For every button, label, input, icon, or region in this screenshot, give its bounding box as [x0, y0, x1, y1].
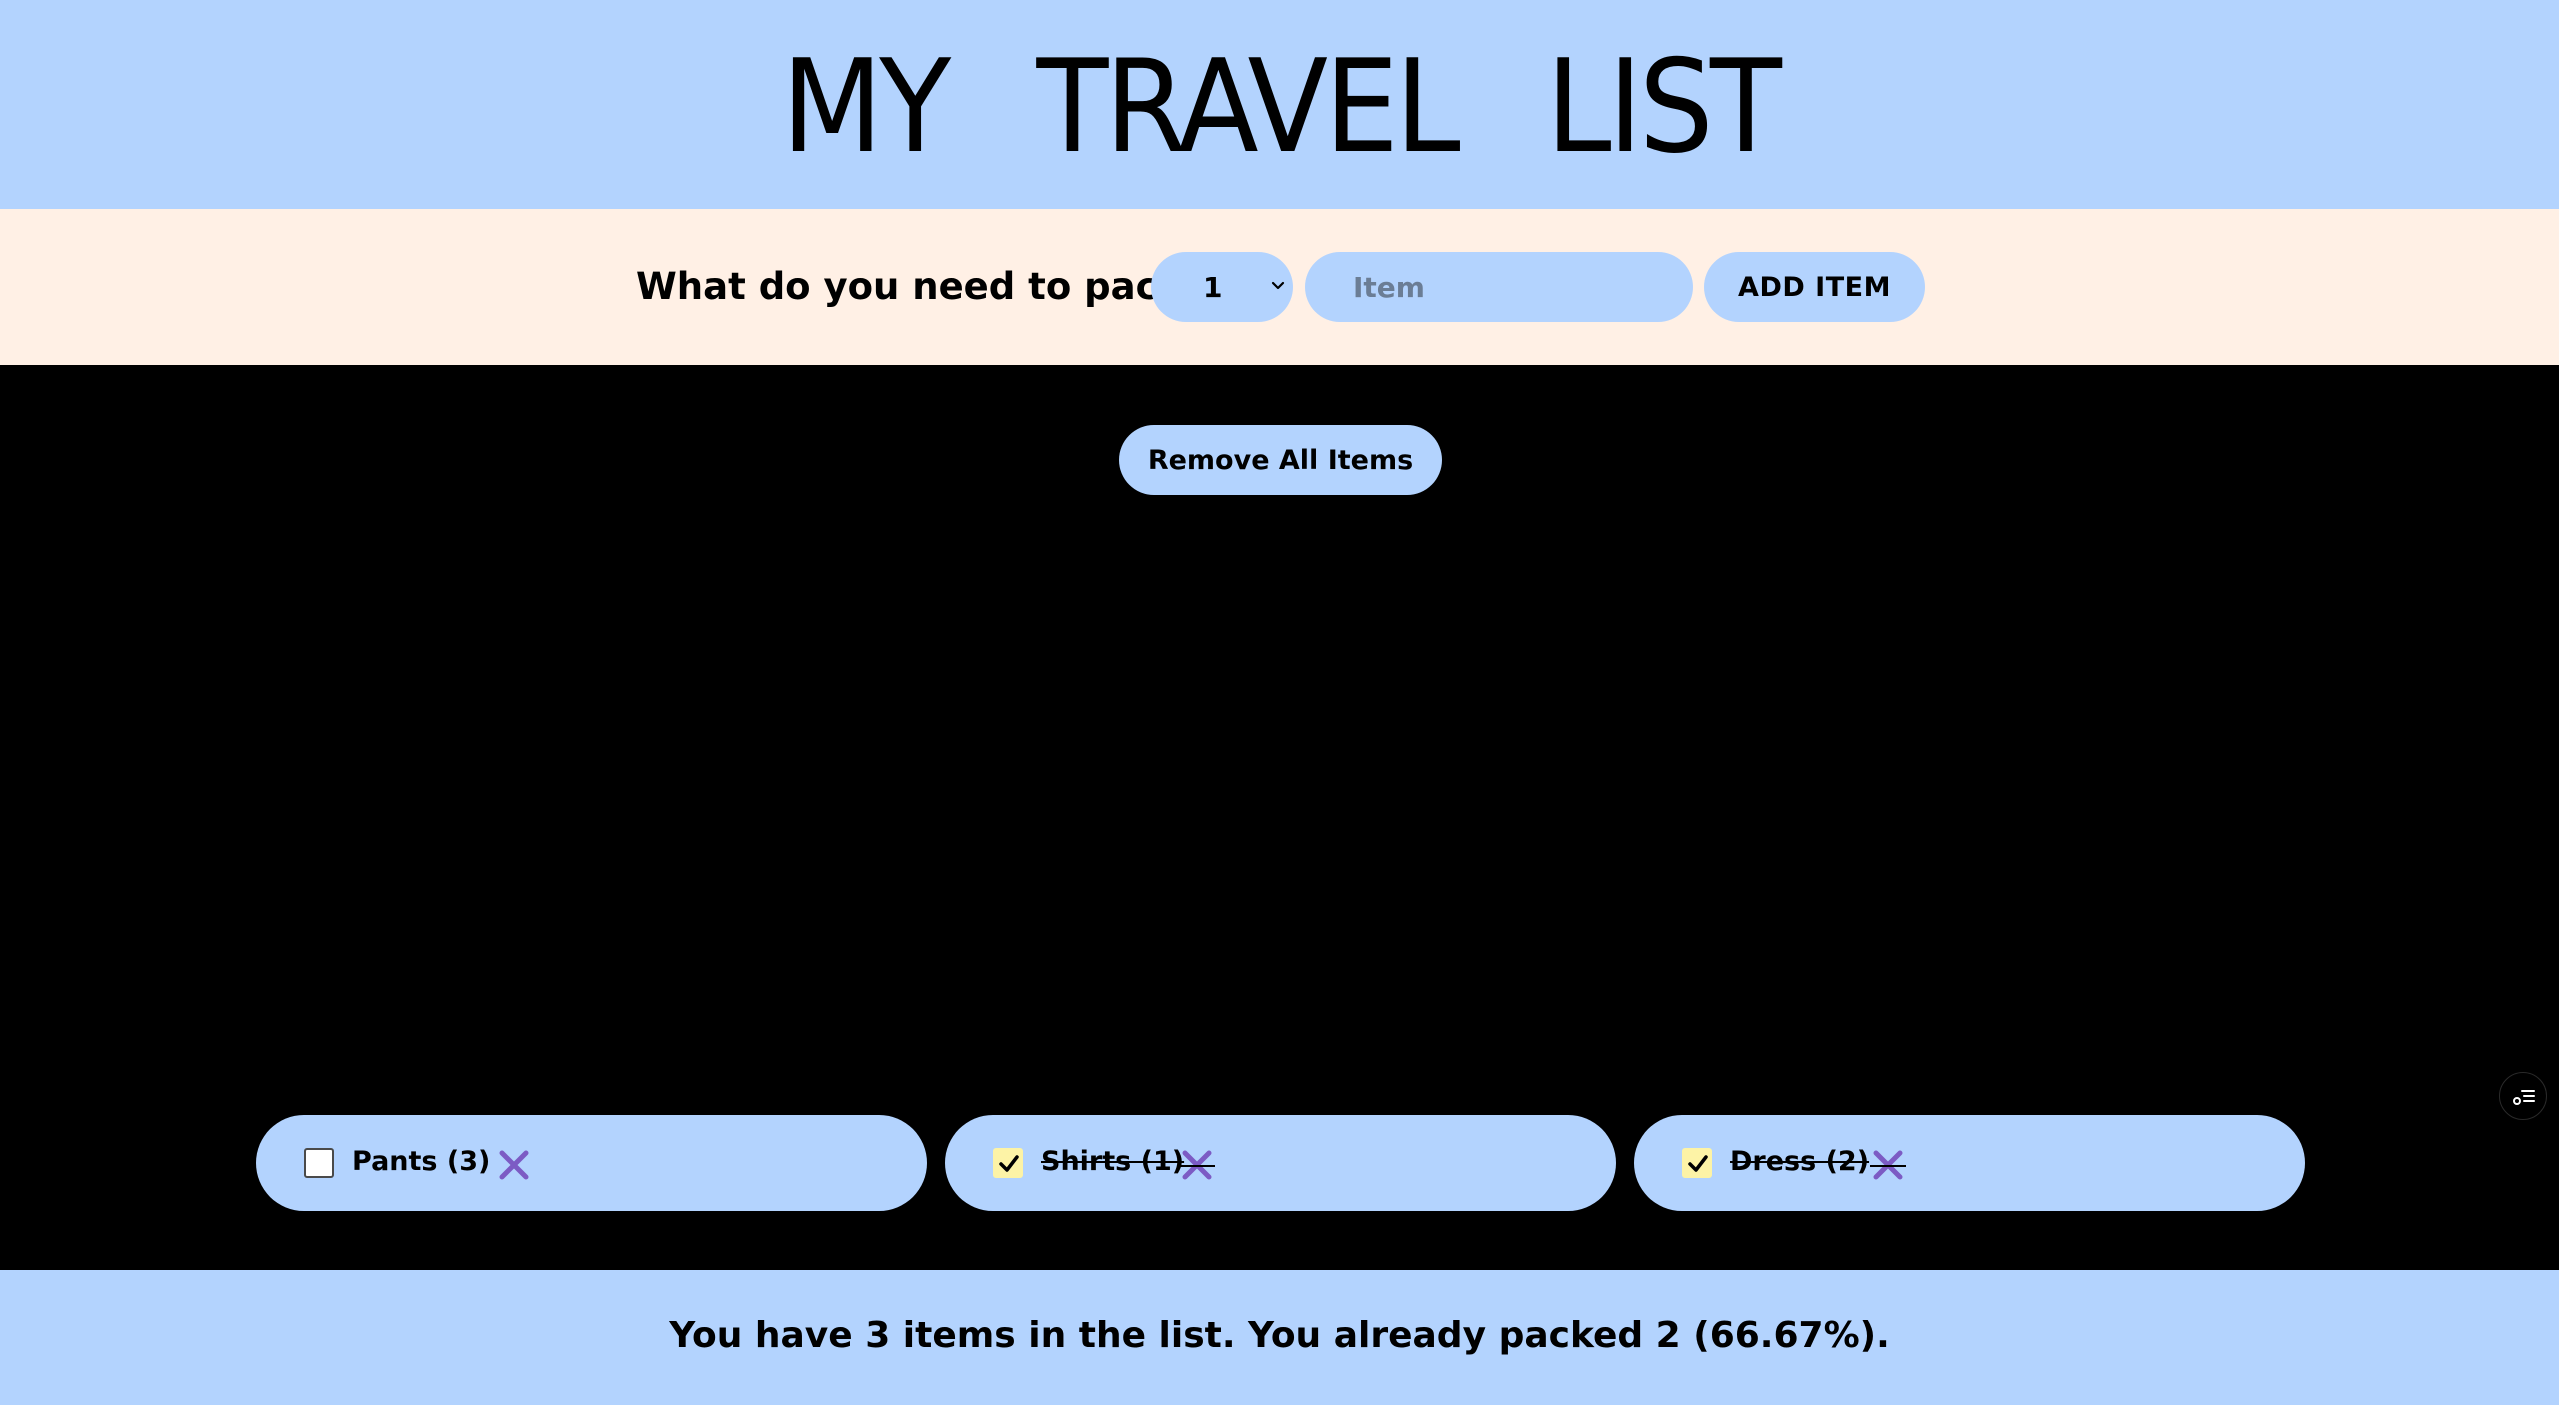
item-checkbox[interactable] — [304, 1148, 334, 1178]
packing-list-area: Remove All Items Pants (3) Shirts (1) Dr… — [0, 365, 2559, 1270]
item-label: Shirts (1) — [1041, 1146, 1185, 1177]
remove-all-items-button[interactable]: Remove All Items — [1119, 425, 1442, 495]
close-x-icon — [1179, 1150, 1215, 1180]
delete-item-button[interactable] — [1177, 1145, 1217, 1185]
delete-item-button[interactable] — [494, 1145, 534, 1185]
quantity-selected-value: 1 — [1203, 271, 1223, 304]
checkmark-icon — [1688, 1155, 1708, 1172]
item-checkbox[interactable] — [1682, 1148, 1712, 1178]
delete-item-button[interactable] — [1868, 1145, 1908, 1185]
quantity-select[interactable]: 1 — [1151, 252, 1293, 322]
close-x-icon — [1870, 1150, 1906, 1180]
item-checkbox[interactable] — [993, 1148, 1023, 1178]
list-item: Dress (2) — [1634, 1115, 2305, 1211]
add-item-button[interactable]: ADD ITEM — [1704, 252, 1925, 322]
list-item: Shirts (1) — [945, 1115, 1616, 1211]
checkmark-icon — [999, 1155, 1019, 1172]
list-settings-glyph — [2513, 1090, 2535, 1105]
packing-stats: You have 3 items in the list. You alread… — [669, 1315, 1890, 1356]
item-input[interactable] — [1305, 252, 1693, 322]
item-label: Pants (3) — [352, 1146, 491, 1177]
item-label: Dress (2) — [1730, 1146, 1870, 1177]
list-settings-icon[interactable] — [2499, 1072, 2547, 1120]
close-x-icon — [499, 1150, 529, 1180]
chevron-down-icon — [1271, 281, 1285, 290]
add-item-form: What do you need to pack? 1 ADD ITEM — [0, 209, 2559, 365]
list-item: Pants (3) — [256, 1115, 927, 1211]
app-header: MY TRAVEL LIST — [0, 0, 2559, 209]
page-title: MY TRAVEL LIST — [781, 32, 1782, 182]
packing-list: Pants (3) Shirts (1) Dress (2) — [256, 1115, 2306, 1211]
form-prompt-label: What do you need to pack? — [636, 265, 1204, 308]
stats-footer: You have 3 items in the list. You alread… — [0, 1270, 2559, 1405]
